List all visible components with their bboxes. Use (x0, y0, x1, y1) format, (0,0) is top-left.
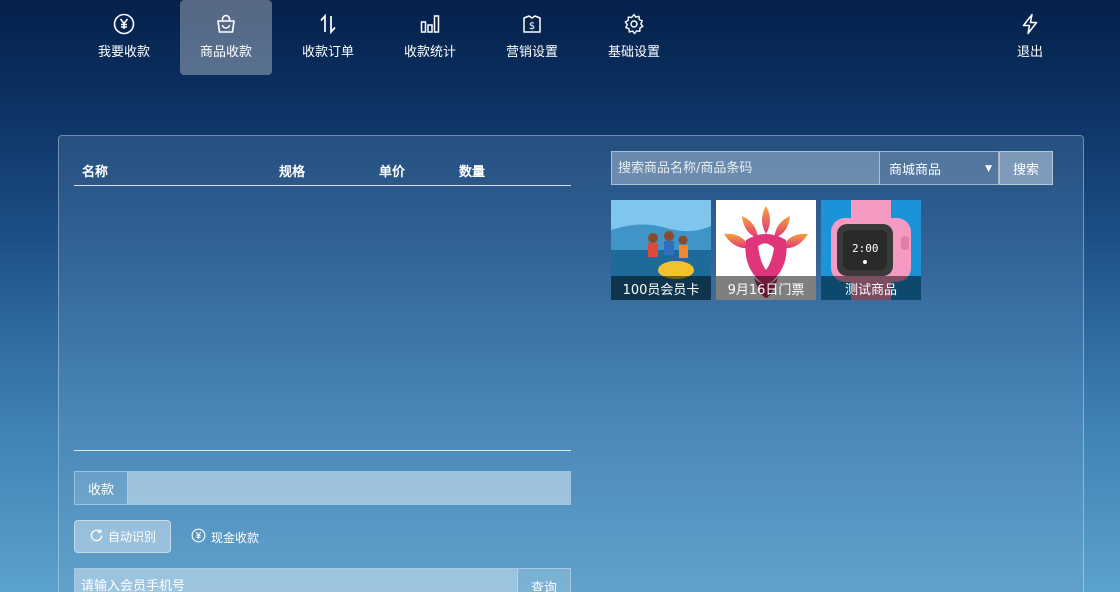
payment-amount-input[interactable] (128, 472, 570, 504)
product-search-input[interactable] (611, 151, 880, 185)
nav-item-orders[interactable]: 收款订单 (282, 0, 374, 75)
marketing-icon: $ (520, 12, 544, 36)
category-select[interactable]: 商城商品 ▼ (880, 151, 999, 185)
yen-circle-icon (191, 528, 206, 546)
cash-payment-label: 现金收款 (211, 530, 260, 545)
nav-label: 收款订单 (301, 45, 354, 60)
product-search-bar: 商城商品 ▼ 搜索 (611, 151, 1053, 185)
nav-label: 基础设置 (607, 45, 660, 60)
yen-circle-icon (112, 12, 136, 36)
nav-label: 收款统计 (403, 45, 456, 60)
nav-label: 我要收款 (97, 45, 150, 60)
nav-item-statistics[interactable]: 收款统计 (384, 0, 476, 75)
product-name: 100员会员卡 (611, 276, 711, 300)
search-button[interactable]: 搜索 (999, 151, 1053, 185)
gear-icon (622, 12, 646, 36)
nav-label: 退出 (1016, 45, 1043, 60)
caret-down-icon: ▼ (985, 164, 992, 174)
column-header-name: 名称 (82, 165, 109, 180)
cash-payment-option[interactable]: 现金收款 (191, 528, 259, 546)
nav-item-logout[interactable]: 退出 (984, 0, 1076, 75)
sort-arrows-icon (316, 12, 340, 36)
refresh-icon (89, 528, 104, 546)
svg-text:2:00: 2:00 (852, 242, 879, 255)
product-grid: 100员会员卡 9月16日门票 2:00 测试商品 (611, 200, 921, 300)
nav-item-receive-payment[interactable]: 我要收款 (78, 0, 170, 75)
auto-detect-button[interactable]: 自动识别 (74, 520, 171, 553)
top-nav: 我要收款 商品收款 收款订单 收款统计 $ 营销设置 基础设置 退出 (0, 0, 1120, 76)
nav-item-basic-settings[interactable]: 基础设置 (588, 0, 680, 75)
nav-item-product-payment[interactable]: 商品收款 (180, 0, 272, 75)
member-phone-input[interactable] (75, 569, 517, 592)
cart-table-header: 名称 规格 单价 数量 (74, 158, 571, 186)
product-card[interactable]: 9月16日门票 (716, 200, 816, 300)
bar-chart-icon (418, 12, 442, 36)
nav-item-marketing[interactable]: $ 营销设置 (486, 0, 578, 75)
nav-label: 商品收款 (199, 45, 252, 60)
column-header-quantity: 数量 (459, 165, 486, 180)
product-name: 9月16日门票 (716, 276, 816, 300)
member-query-button[interactable]: 查询 (517, 569, 570, 592)
product-name: 测试商品 (821, 276, 921, 300)
member-query-row: 查询 (74, 568, 571, 592)
lightning-icon (1018, 12, 1042, 36)
main-panel: 名称 规格 单价 数量 收款 自动识别 现金收款 查询 商城商品 ▼ 搜索 (58, 135, 1084, 592)
product-card[interactable]: 2:00 测试商品 (821, 200, 921, 300)
column-header-price: 单价 (379, 165, 406, 180)
shopping-bag-icon (214, 12, 238, 36)
product-card[interactable]: 100员会员卡 (611, 200, 711, 300)
payment-row: 收款 (74, 471, 571, 505)
auto-detect-label: 自动识别 (107, 530, 156, 544)
category-select-value: 商城商品 (889, 162, 942, 178)
svg-text:$: $ (529, 21, 535, 32)
column-header-spec: 规格 (279, 165, 306, 180)
cart-table-body (74, 186, 571, 451)
payment-label: 收款 (75, 472, 128, 504)
nav-label: 营销设置 (505, 45, 558, 60)
